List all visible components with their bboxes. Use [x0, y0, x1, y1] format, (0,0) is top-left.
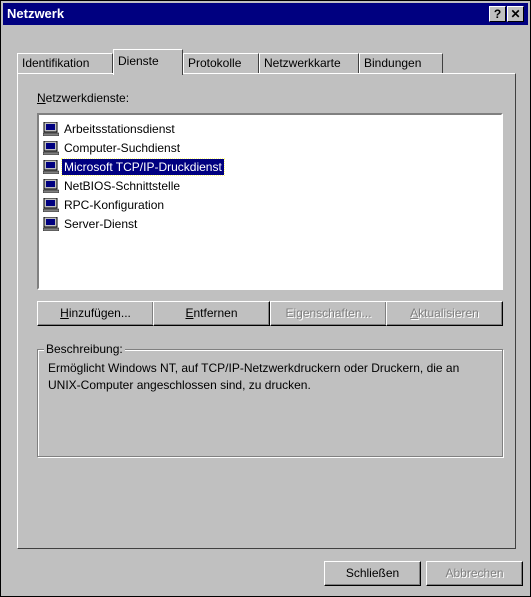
computer-icon: [43, 178, 59, 193]
computer-icon: [43, 197, 59, 212]
properties-button[interactable]: Eigenschaften...: [270, 301, 387, 326]
cancel-button[interactable]: Abbrechen: [426, 561, 523, 586]
add-button[interactable]: Hinzufügen...: [37, 301, 154, 326]
tab-protokolle[interactable]: Protokolle: [183, 53, 259, 73]
description-group: Beschreibung: Ermöglicht Windows NT, auf…: [37, 342, 503, 457]
close-button[interactable]: ✕: [507, 6, 524, 22]
window-title: Netzwerk: [7, 6, 65, 21]
list-item[interactable]: Arbeitsstationsdienst: [43, 119, 177, 138]
description-title: Beschreibung:: [44, 342, 125, 356]
title-bar[interactable]: Netzwerk ? ✕: [3, 3, 528, 25]
tab-bindungen[interactable]: Bindungen: [359, 53, 443, 73]
services-listbox[interactable]: Arbeitsstationsdienst Computer-Suchdiens…: [37, 113, 503, 290]
computer-icon: [43, 159, 59, 174]
list-item[interactable]: Computer-Suchdienst: [43, 138, 182, 157]
tab-netzwerkkarte[interactable]: Netzwerkkarte: [259, 53, 359, 73]
description-text: Ermöglicht Windows NT, auf TCP/IP-Netzwe…: [48, 361, 460, 392]
computer-icon: [43, 216, 59, 231]
network-dialog: Netzwerk ? ✕ Identifikation Dienste Prot…: [0, 0, 531, 597]
computer-icon: [43, 140, 59, 155]
list-item[interactable]: NetBIOS-Schnittstelle: [43, 176, 182, 195]
help-button[interactable]: ?: [489, 6, 506, 22]
tab-identifikation[interactable]: Identifikation: [17, 53, 113, 73]
list-item[interactable]: RPC-Konfiguration: [43, 195, 166, 214]
list-item[interactable]: Microsoft TCP/IP-Druckdienst: [43, 157, 225, 176]
close-dialog-button[interactable]: Schließen: [324, 561, 421, 586]
tab-dienste[interactable]: Dienste: [113, 49, 183, 75]
remove-button[interactable]: Entfernen: [153, 301, 270, 326]
list-item[interactable]: Server-Dienst: [43, 214, 139, 233]
computer-icon: [43, 121, 59, 136]
services-label: Netzwerkdienste:: [37, 91, 130, 105]
update-button[interactable]: Aktualisieren: [386, 301, 503, 326]
